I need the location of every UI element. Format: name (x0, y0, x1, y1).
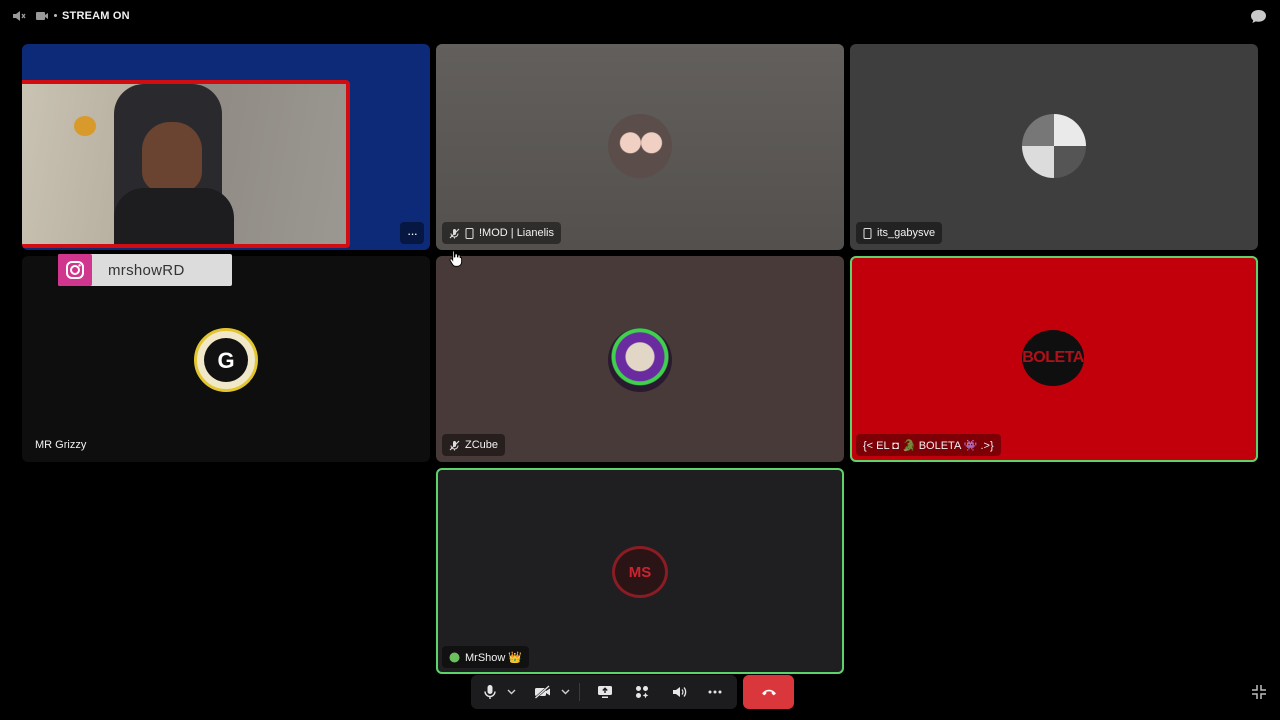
call-control-bar (471, 675, 737, 709)
avatar (1022, 114, 1086, 178)
avatar-logo-text: BOLETA (1022, 349, 1084, 366)
tile-gabysve[interactable]: its_gabysve (850, 44, 1258, 250)
soundboard-button[interactable] (669, 682, 689, 702)
avatar (608, 328, 672, 392)
webcam-body (114, 188, 234, 244)
avatar: G (194, 328, 258, 392)
participant-nametag: !MOD | Lianelis (442, 222, 561, 244)
webcam-person (142, 122, 202, 192)
microphone-icon (484, 685, 496, 699)
svg-text:G: G (217, 348, 234, 373)
camera-button[interactable] (533, 682, 553, 702)
instagram-icon (58, 254, 92, 286)
exit-fullscreen-icon[interactable] (1251, 684, 1267, 700)
webcam-plant (74, 116, 96, 136)
participant-name: !MOD | Lianelis (479, 227, 554, 239)
separator-dot (54, 14, 57, 17)
stream-status-label: STREAM ON (62, 10, 130, 22)
mobile-icon (863, 227, 872, 239)
participant-nametag: MrShow 👑 (442, 646, 530, 668)
activities-icon (636, 686, 649, 699)
hang-up-button[interactable] (743, 675, 794, 709)
more-button[interactable] (705, 682, 725, 702)
more-options-button[interactable]: ··· (400, 222, 424, 244)
soundboard-icon (673, 687, 687, 697)
more-icon (708, 690, 722, 694)
hang-up-icon (761, 689, 776, 696)
chat-icon[interactable] (1250, 9, 1267, 24)
mobile-icon (465, 227, 474, 239)
avatar (608, 114, 672, 178)
camera-options-button[interactable] (558, 682, 572, 702)
participant-nametag: {< EL ◘ 🐊 BOLETA 👾 .>} (856, 434, 1001, 456)
control-separator (579, 683, 580, 701)
screen-share-button[interactable] (595, 682, 615, 702)
camera-off-icon (534, 685, 550, 699)
instagram-badge: mrshowRD (58, 254, 232, 286)
mic-muted-icon (449, 228, 460, 238)
participant-nametag: its_gabysve (856, 222, 943, 244)
participant-name: MR Grizzy (35, 439, 87, 451)
screen-share-icon (598, 686, 612, 698)
tile-grizzy[interactable]: G MR Grizzy (22, 256, 430, 462)
paw-icon: G (204, 338, 248, 382)
tile-streamer[interactable]: ··· (22, 44, 430, 250)
participant-nametag: MR Grizzy (28, 434, 93, 456)
participant-nametag: ZCube (442, 434, 506, 456)
webcam-frame (22, 80, 350, 248)
activities-button[interactable] (632, 682, 652, 702)
top-bar: STREAM ON (0, 0, 1280, 32)
participant-name: MrShow 👑 (465, 651, 523, 664)
avatar: BOLETA (1022, 330, 1084, 386)
mic-muted-icon (449, 440, 460, 450)
avatar: MS (612, 546, 668, 598)
avatar-logo-text: MS (628, 563, 652, 581)
status-icon (449, 652, 460, 662)
microphone-button[interactable] (480, 682, 500, 702)
tile-lianelis[interactable]: !MOD | Lianelis (436, 44, 844, 250)
tile-boleta[interactable]: BOLETA {< EL ◘ 🐊 BOLETA 👾 .>} (850, 256, 1258, 462)
tile-zcube[interactable]: ZCube (436, 256, 844, 462)
chevron-down-icon (561, 689, 569, 695)
speaker-muted-icon[interactable] (12, 9, 26, 23)
participant-name: its_gabysve (877, 227, 936, 239)
participant-name: {< EL ◘ 🐊 BOLETA 👾 .>} (863, 439, 994, 452)
participant-name: ZCube (465, 439, 499, 451)
tile-mrshow[interactable]: MS MrShow 👑 (436, 468, 844, 674)
instagram-handle: mrshowRD (108, 261, 185, 279)
microphone-options-button[interactable] (504, 682, 518, 702)
stream-camera-icon[interactable] (35, 9, 49, 23)
chevron-down-icon (507, 689, 515, 695)
hand-cursor-icon (449, 250, 463, 267)
